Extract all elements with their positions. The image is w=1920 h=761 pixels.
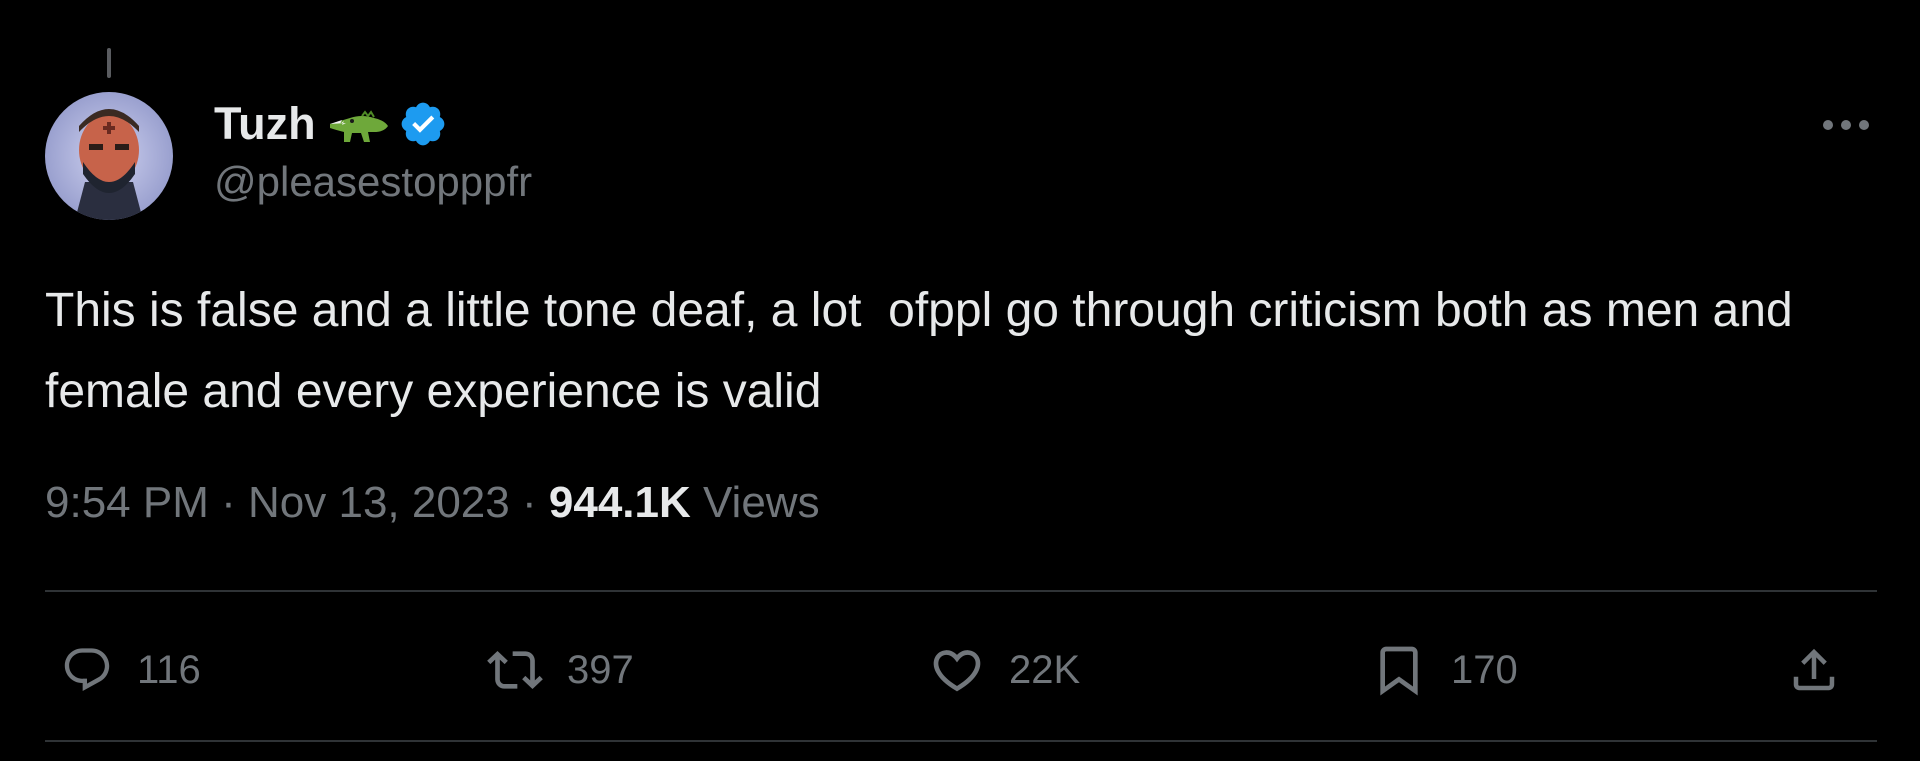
bookmark-icon [1380,646,1418,696]
author-display-name[interactable]: Tuzh [214,98,316,150]
action-bar: 116 397 22K 170 [45,630,1877,710]
like-button[interactable]: 22K [929,630,1080,710]
tweet-text: This is false and a little tone deaf, a … [45,284,1806,418]
meta-separator: · [521,478,537,527]
repost-count: 397 [567,647,634,692]
more-options-button[interactable] [1818,110,1874,140]
tweet-date[interactable]: Nov 13, 2023 [248,478,510,527]
repost-button[interactable]: 397 [487,630,634,710]
like-count: 22K [1009,647,1081,692]
crocodile-icon [328,102,390,146]
bookmark-button[interactable]: 170 [1371,630,1518,710]
author-name-row: Tuzh [214,96,532,152]
avatar[interactable] [45,92,173,220]
reply-count: 116 [137,647,201,692]
verified-badge-icon[interactable] [398,99,448,149]
more-dots-icon [1823,120,1869,130]
tweet-meta: 9:54 PM · Nov 13, 2023 · 944.1K Views [45,478,820,528]
bookmark-count: 170 [1451,647,1518,692]
author-handle[interactable]: @pleasestopppfr [214,158,532,206]
meta-separator: · [221,478,236,527]
views-count[interactable]: 944.1K [549,478,691,527]
thread-connector-line [107,48,111,78]
heart-icon [933,650,981,692]
share-button[interactable] [1787,630,1841,710]
views-label: Views [703,478,820,527]
tweet-header: Tuzh @pleasestopppfr [214,96,532,206]
share-icon [1793,648,1835,691]
repost-icon [487,651,543,689]
divider-top [45,590,1877,592]
reply-button[interactable]: 116 [61,630,201,710]
tweet-time[interactable]: 9:54 PM [45,478,209,527]
avatar-image [45,92,173,220]
divider-bottom [45,740,1877,742]
reply-icon [64,648,110,692]
